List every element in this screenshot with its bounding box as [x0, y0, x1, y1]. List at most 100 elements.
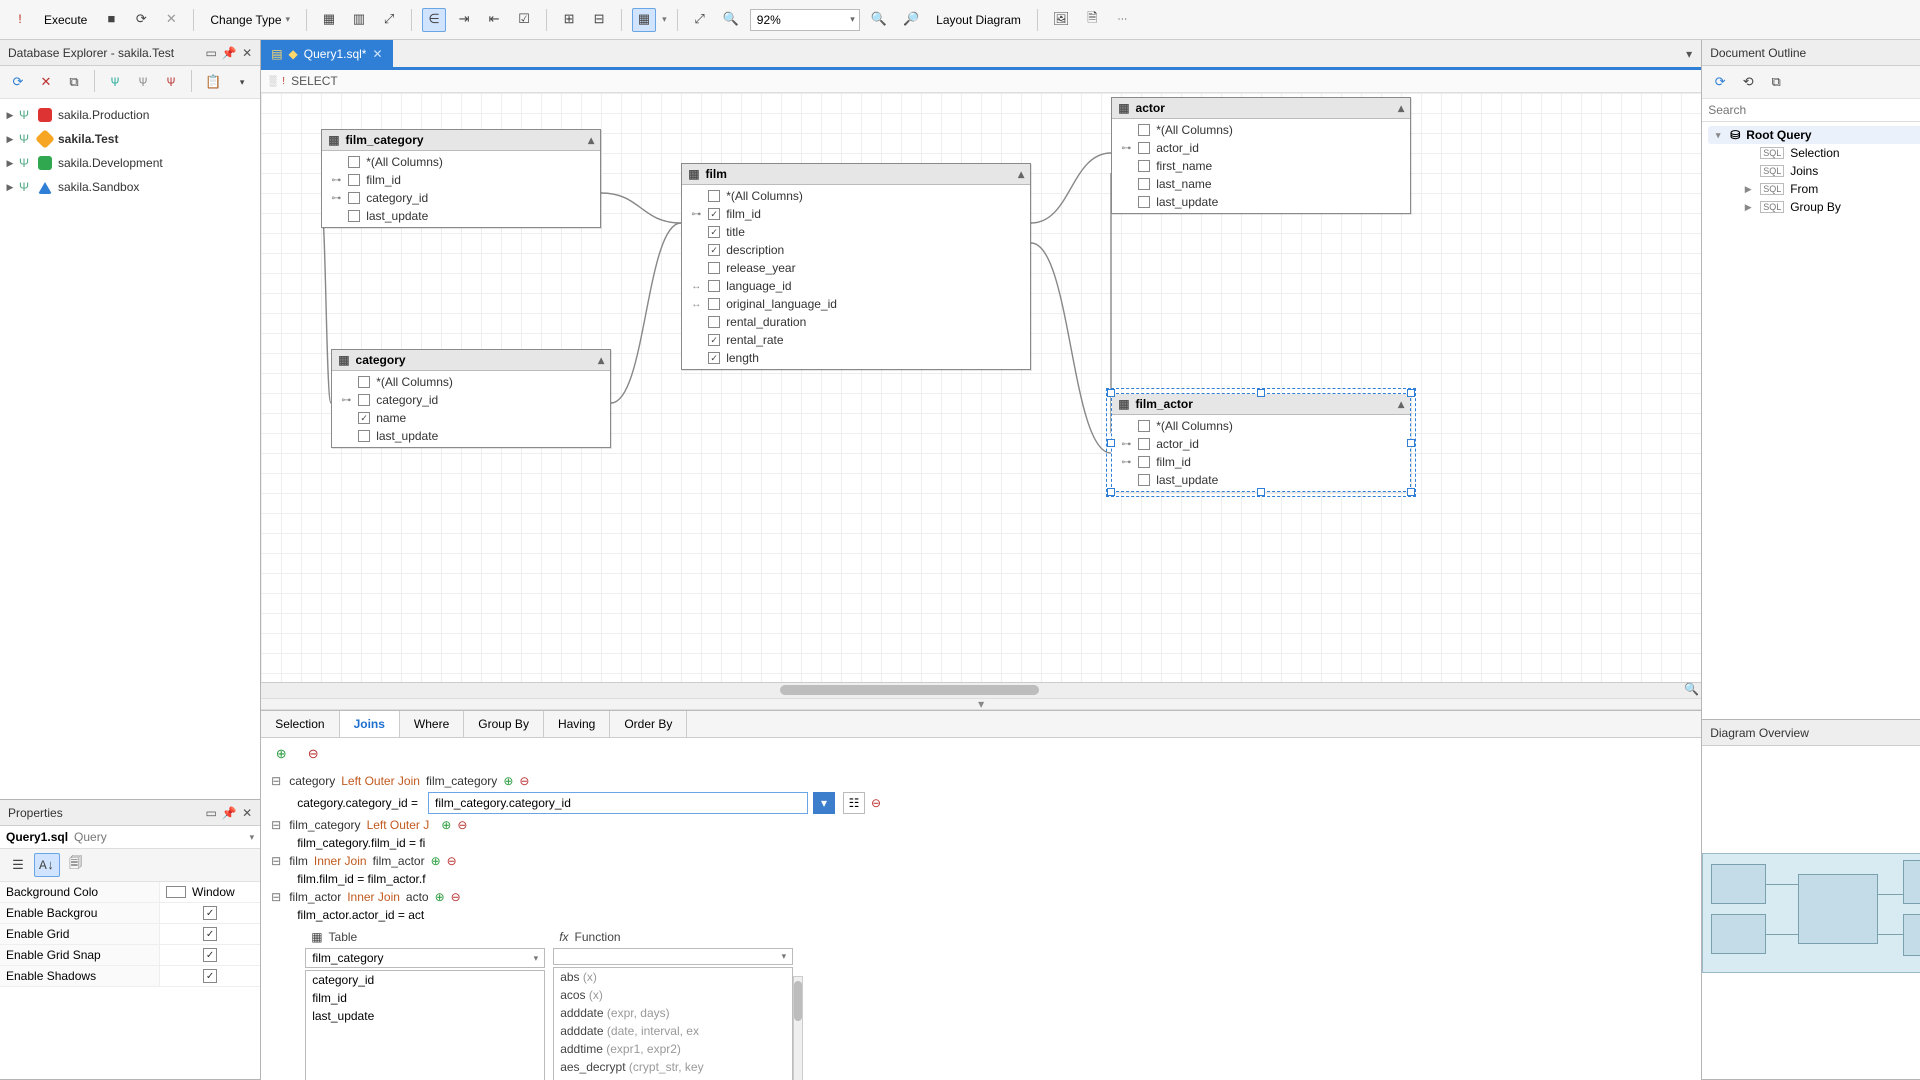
- table-column[interactable]: *(All Columns): [1112, 121, 1410, 139]
- table-column[interactable]: ⊶category_id: [322, 189, 600, 207]
- join-expr-picker-icon[interactable]: ☷: [843, 792, 865, 814]
- column-checkbox[interactable]: ✓: [708, 208, 720, 220]
- table-column[interactable]: ⊶film_id: [322, 171, 600, 189]
- column-checkbox[interactable]: ✓: [708, 334, 720, 346]
- diagram-canvas[interactable]: ▦film_category▴*(All Columns)⊶film_id⊶ca…: [261, 93, 1701, 682]
- outline-item[interactable]: ▶SQLFrom: [1708, 180, 1920, 198]
- join-row[interactable]: film_actor.actor_id = act: [269, 906, 1693, 924]
- join-delete-icon[interactable]: ⊖: [519, 774, 529, 788]
- column-checkbox[interactable]: ✓: [708, 244, 720, 256]
- qb-tab-having[interactable]: Having: [544, 711, 610, 737]
- refresh-icon[interactable]: ⟳: [129, 8, 153, 32]
- column-checkbox[interactable]: [348, 156, 360, 168]
- tb-overflow-icon[interactable]: ⋯: [1110, 8, 1134, 32]
- panel-float-icon[interactable]: ▭: [202, 44, 220, 62]
- join-row[interactable]: ⊟film Inner Join film_actor ⊕ ⊖: [269, 852, 1693, 870]
- table-header[interactable]: ▦film_category▴: [322, 130, 600, 151]
- join-add-icon[interactable]: ⊕: [431, 854, 441, 868]
- table-column[interactable]: ⊶actor_id: [1112, 139, 1410, 157]
- resize-handle[interactable]: [1407, 389, 1415, 397]
- chevron-right-icon[interactable]: ▶: [4, 134, 16, 145]
- panel-float-icon[interactable]: ▭: [202, 804, 220, 822]
- table-header[interactable]: ▦category▴: [332, 350, 610, 371]
- panel-pin-icon[interactable]: 📌: [220, 44, 238, 62]
- list-item[interactable]: aes_decrypt (crypt_str, key: [554, 1058, 792, 1076]
- table-column[interactable]: *(All Columns): [1112, 417, 1410, 435]
- table-column[interactable]: rental_duration: [682, 313, 1030, 331]
- checkbox-icon[interactable]: ✓: [203, 906, 217, 920]
- table-column[interactable]: ✓name: [332, 409, 610, 427]
- column-checkbox[interactable]: [708, 262, 720, 274]
- panel-pin-icon[interactable]: 📌: [220, 804, 238, 822]
- join-expr-input[interactable]: film_category.category_id: [428, 792, 808, 814]
- checkbox-icon[interactable]: ✓: [203, 969, 217, 983]
- table-column[interactable]: last_update: [332, 427, 610, 445]
- chevron-right-icon[interactable]: ▶: [4, 158, 16, 169]
- column-checkbox[interactable]: [1138, 178, 1150, 190]
- table-column[interactable]: *(All Columns): [322, 153, 600, 171]
- outline-expand-icon[interactable]: ⧉: [1764, 70, 1788, 94]
- join-row[interactable]: film.film_id = film_actor.f: [269, 870, 1693, 888]
- join-row[interactable]: film_category.film_id = fi: [269, 834, 1693, 852]
- db-del-conn-icon[interactable]: Ψ: [159, 70, 183, 94]
- table-fold-icon[interactable]: ▴: [1398, 101, 1404, 115]
- zoom-out-icon[interactable]: 🔎: [898, 8, 924, 32]
- breadcrumb-label[interactable]: SELECT: [291, 74, 338, 88]
- table-column[interactable]: ✓title: [682, 223, 1030, 241]
- tb-icon-9[interactable]: ⊟: [587, 8, 611, 32]
- column-checkbox[interactable]: [348, 210, 360, 222]
- table-fold-icon[interactable]: ▴: [1018, 167, 1024, 181]
- prop-value[interactable]: ✓: [160, 924, 260, 945]
- db-refresh-icon[interactable]: ⟳: [6, 70, 30, 94]
- db-disconnect-icon[interactable]: ✕: [34, 70, 58, 94]
- zoom-icon-a[interactable]: 🔍: [718, 8, 744, 32]
- collapse-icon[interactable]: ⊟: [269, 854, 283, 868]
- table-column[interactable]: last_update: [322, 207, 600, 225]
- qb-tab-where[interactable]: Where: [400, 711, 464, 737]
- qb-tab-joins[interactable]: Joins: [340, 711, 400, 737]
- column-checkbox[interactable]: [1138, 196, 1150, 208]
- helper-table-select[interactable]: film_category▾: [305, 948, 545, 968]
- list-item[interactable]: category_id: [306, 971, 544, 989]
- tb-icon-1[interactable]: ▦: [317, 8, 341, 32]
- helper-function-scrollbar[interactable]: [793, 976, 803, 1080]
- zoom-fit-icon[interactable]: ⤢: [688, 8, 712, 32]
- table-column[interactable]: ↔language_id: [682, 277, 1030, 295]
- outline-item[interactable]: ▶SQLGroup By: [1708, 198, 1920, 216]
- diagram-table-actor[interactable]: ▦actor▴*(All Columns)⊶actor_idfirst_name…: [1111, 97, 1411, 214]
- table-column[interactable]: last_update: [1112, 193, 1410, 211]
- prop-value[interactable]: Window: [160, 882, 260, 903]
- table-column[interactable]: ✓rental_rate: [682, 331, 1030, 349]
- chevron-right-icon[interactable]: ▶: [1742, 202, 1754, 213]
- resize-handle[interactable]: [1407, 488, 1415, 496]
- prop-page-icon[interactable]: 🗐: [64, 853, 88, 877]
- chevron-right-icon[interactable]: ▶: [4, 110, 16, 121]
- db-clipboard-icon[interactable]: 📋: [200, 70, 226, 94]
- collapse-icon[interactable]: ⊟: [269, 818, 283, 832]
- prop-value[interactable]: ✓: [160, 945, 260, 966]
- canvas-zoom-icon[interactable]: 🔍: [1684, 682, 1699, 696]
- checkbox-icon[interactable]: ✓: [203, 948, 217, 962]
- split-handle[interactable]: ▾: [261, 698, 1701, 710]
- join-row[interactable]: category.category_id =film_category.cate…: [269, 790, 1693, 816]
- join-expr-dropdown-icon[interactable]: ▾: [813, 792, 835, 814]
- tabs-dropdown-icon[interactable]: ▾: [1677, 47, 1701, 61]
- column-checkbox[interactable]: ✓: [708, 352, 720, 364]
- table-header[interactable]: ▦film▴: [682, 164, 1030, 185]
- panel-close-icon[interactable]: ✕: [238, 44, 256, 62]
- qb-tab-selection[interactable]: Selection: [261, 711, 339, 737]
- layout-diagram-button[interactable]: Layout Diagram: [930, 8, 1027, 32]
- list-item[interactable]: adddate (date, interval, ex: [554, 1022, 792, 1040]
- editor-tab-query1[interactable]: ▤ ◆ Query1.sql* ✕: [261, 40, 392, 67]
- collapse-icon[interactable]: ⊟: [269, 890, 283, 904]
- column-checkbox[interactable]: ✓: [708, 226, 720, 238]
- prop-cat-icon[interactable]: ☰: [6, 853, 30, 877]
- column-checkbox[interactable]: [1138, 142, 1150, 154]
- db-overflow-icon[interactable]: ▾: [230, 70, 254, 94]
- prop-sort-icon[interactable]: A↓: [34, 853, 60, 877]
- table-column[interactable]: ✓length: [682, 349, 1030, 367]
- table-column[interactable]: ⊶✓film_id: [682, 205, 1030, 223]
- list-item[interactable]: last_update: [306, 1007, 544, 1025]
- list-item[interactable]: aes_decrypt (crypt_str, key: [554, 1076, 792, 1080]
- column-checkbox[interactable]: [348, 192, 360, 204]
